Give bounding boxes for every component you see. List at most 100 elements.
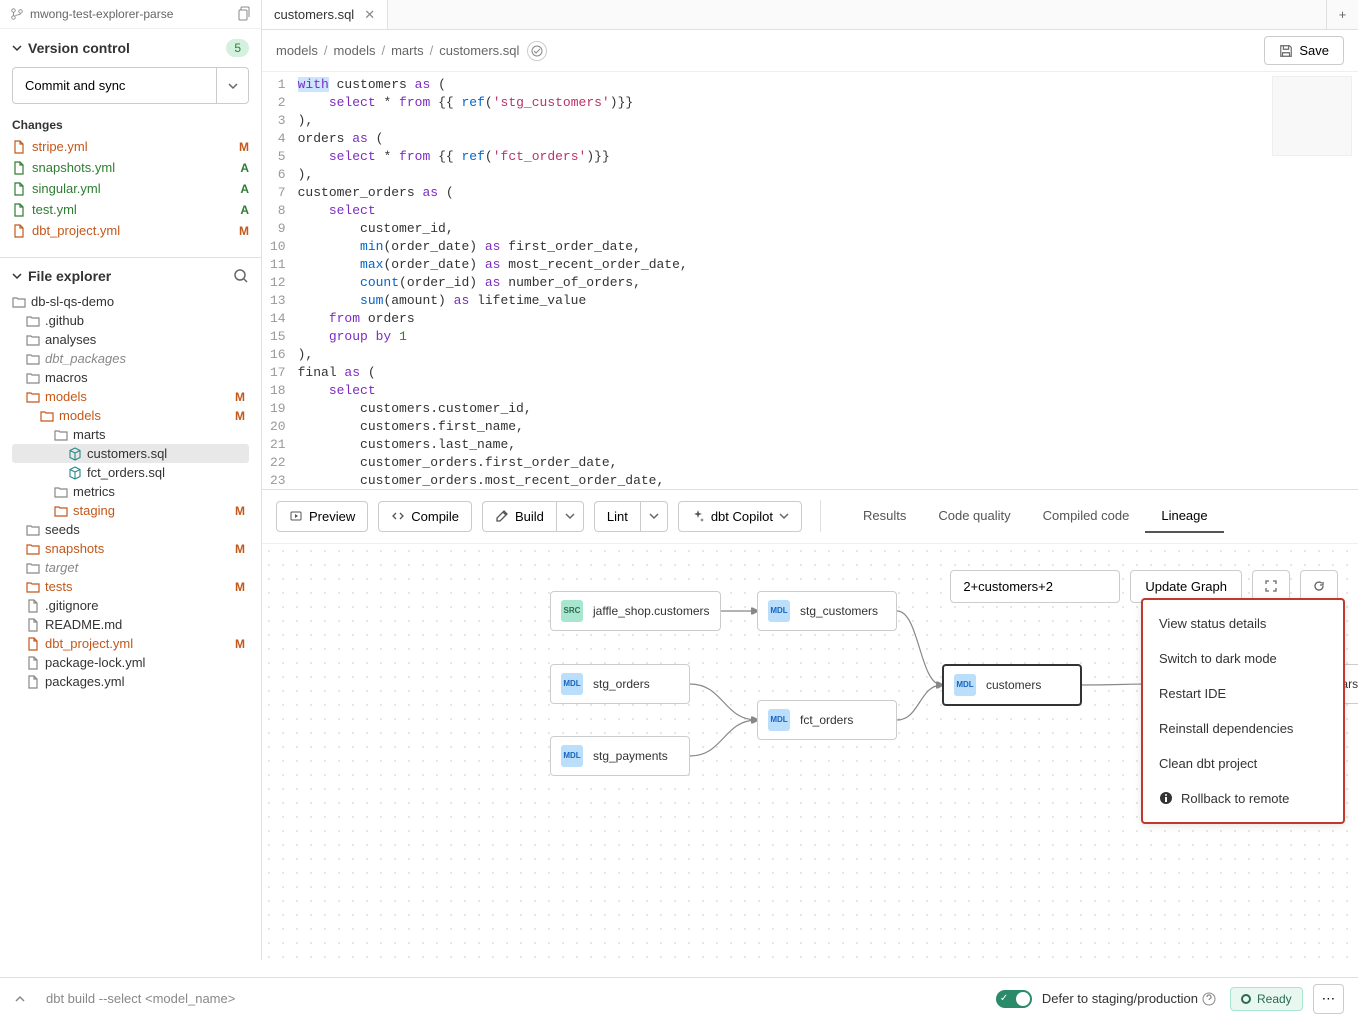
branch-name: mwong-test-explorer-parse — [30, 7, 235, 21]
copy-icon[interactable] — [235, 6, 251, 22]
compile-button[interactable]: Compile — [378, 501, 472, 532]
tree-item-status: M — [229, 390, 245, 404]
lineage-node-n4[interactable]: MDLstg_payments — [550, 736, 690, 776]
tab-customers-sql[interactable]: customers.sql ✕ — [262, 0, 388, 29]
cli-command-text[interactable]: dbt build --select <model_name> — [46, 991, 996, 1006]
tree-file[interactable]: .gitignore — [12, 596, 249, 615]
main-area: customers.sql ✕ + models/models/marts/cu… — [262, 0, 1358, 960]
commit-dropdown-button[interactable] — [217, 67, 249, 104]
tree-file[interactable]: package-lock.yml — [12, 653, 249, 672]
tree-item-label: fct_orders.sql — [87, 465, 249, 480]
file-icon — [12, 224, 26, 238]
result-tab-lineage[interactable]: Lineage — [1145, 500, 1223, 533]
tree-file[interactable]: fct_orders.sql — [12, 463, 249, 482]
node-badge-icon: SRC — [561, 600, 583, 622]
cube-icon — [68, 447, 82, 461]
new-tab-button[interactable]: + — [1326, 0, 1358, 29]
folder-open-icon — [12, 295, 26, 309]
version-control-header[interactable]: Version control 5 — [12, 39, 249, 57]
file-icon — [26, 618, 40, 632]
dbt-copilot-button[interactable]: dbt Copilot — [678, 501, 802, 532]
ctx-item-rollback-to-remote[interactable]: Rollback to remote — [1143, 781, 1343, 816]
folder-open-icon — [40, 409, 54, 423]
tree-folder[interactable]: macros — [12, 368, 249, 387]
ctx-item-reinstall-dependencies[interactable]: Reinstall dependencies — [1143, 711, 1343, 746]
breadcrumb-segment[interactable]: marts — [391, 43, 424, 58]
tree-file[interactable]: packages.yml — [12, 672, 249, 691]
save-icon — [1279, 44, 1293, 58]
help-icon[interactable] — [1202, 992, 1216, 1006]
lineage-node-n2[interactable]: MDLstg_customers — [757, 591, 897, 631]
tree-item-status: M — [229, 542, 245, 556]
folder-icon — [54, 504, 68, 518]
tree-folder[interactable]: db-sl-qs-demo — [12, 292, 249, 311]
tree-folder[interactable]: testsM — [12, 577, 249, 596]
tree-folder[interactable]: target — [12, 558, 249, 577]
change-item[interactable]: test.ymlA — [12, 199, 249, 220]
tree-folder[interactable]: snapshotsM — [12, 539, 249, 558]
minimap[interactable] — [1272, 76, 1352, 156]
folder-open-icon — [26, 390, 40, 404]
tree-folder[interactable]: .github — [12, 311, 249, 330]
tree-folder[interactable]: dbt_packages — [12, 349, 249, 368]
tree-item-label: dbt_packages — [45, 351, 249, 366]
result-tab-compiled-code[interactable]: Compiled code — [1027, 500, 1146, 533]
folder-icon — [26, 580, 40, 594]
search-icon[interactable] — [233, 268, 249, 284]
change-item[interactable]: stripe.ymlM — [12, 136, 249, 157]
code-content[interactable]: with customers as ( select * from {{ ref… — [298, 76, 875, 489]
ctx-item-restart-ide[interactable]: Restart IDE — [1143, 676, 1343, 711]
lineage-node-n6[interactable]: MDLcustomers — [942, 664, 1082, 706]
breadcrumb: models/models/marts/customers.sql — [276, 43, 519, 58]
save-button[interactable]: Save — [1264, 36, 1344, 65]
chevron-down-icon — [12, 43, 22, 53]
ready-status-badge[interactable]: Ready — [1230, 987, 1303, 1011]
tree-folder[interactable]: modelsM — [12, 406, 249, 425]
change-item[interactable]: snapshots.ymlA — [12, 157, 249, 178]
code-editor[interactable]: 1234567891011121314151617181920212223242… — [262, 72, 1358, 489]
lint-dropdown-button[interactable] — [640, 501, 668, 532]
tree-file[interactable]: dbt_project.ymlM — [12, 634, 249, 653]
ctx-item-view-status-details[interactable]: View status details — [1143, 606, 1343, 641]
lineage-node-n1[interactable]: SRCjaffle_shop.customers — [550, 591, 721, 631]
defer-toggle[interactable]: ✓ — [996, 990, 1032, 1008]
more-options-button[interactable]: ⋯ — [1313, 984, 1344, 1014]
change-file-name: snapshots.yml — [32, 160, 233, 175]
tab-close-icon[interactable]: ✕ — [364, 7, 375, 23]
lineage-node-n5[interactable]: MDLfct_orders — [757, 700, 897, 740]
breadcrumb-segment[interactable]: models — [276, 43, 318, 58]
lineage-selector-input[interactable] — [950, 570, 1120, 603]
tree-item-label: .gitignore — [45, 598, 249, 613]
lint-button[interactable]: Lint — [594, 501, 640, 532]
tree-folder[interactable]: analyses — [12, 330, 249, 349]
change-item[interactable]: singular.ymlA — [12, 178, 249, 199]
file-icon — [26, 599, 40, 613]
change-item[interactable]: dbt_project.ymlM — [12, 220, 249, 241]
tree-folder[interactable]: metrics — [12, 482, 249, 501]
terminal-toggle-icon[interactable] — [14, 993, 26, 1005]
tree-file[interactable]: customers.sql — [12, 444, 249, 463]
lineage-node-n3[interactable]: MDLstg_orders — [550, 664, 690, 704]
breadcrumb-segment[interactable]: customers.sql — [439, 43, 519, 58]
tree-folder[interactable]: seeds — [12, 520, 249, 539]
model-badge-icon[interactable] — [527, 41, 547, 61]
build-dropdown-button[interactable] — [556, 501, 584, 532]
tree-folder[interactable]: marts — [12, 425, 249, 444]
tree-item-label: customers.sql — [87, 446, 249, 461]
lineage-graph[interactable]: SRCjaffle_shop.customers MDLstg_customers… — [262, 543, 1358, 961]
ctx-item-clean-dbt-project[interactable]: Clean dbt project — [1143, 746, 1343, 781]
build-button[interactable]: Build — [482, 501, 556, 532]
tree-folder[interactable]: stagingM — [12, 501, 249, 520]
folder-icon — [26, 542, 40, 556]
preview-button[interactable]: Preview — [276, 501, 368, 532]
breadcrumb-segment[interactable]: models — [334, 43, 376, 58]
result-tab-code-quality[interactable]: Code quality — [922, 500, 1026, 533]
tree-file[interactable]: README.md — [12, 615, 249, 634]
result-tab-results[interactable]: Results — [847, 500, 922, 533]
folder-icon — [54, 485, 68, 499]
ctx-item-switch-to-dark-mode[interactable]: Switch to dark mode — [1143, 641, 1343, 676]
tree-item-label: macros — [45, 370, 249, 385]
tree-folder[interactable]: modelsM — [12, 387, 249, 406]
file-explorer-header[interactable]: File explorer — [12, 268, 249, 284]
commit-and-sync-button[interactable]: Commit and sync — [12, 67, 217, 104]
